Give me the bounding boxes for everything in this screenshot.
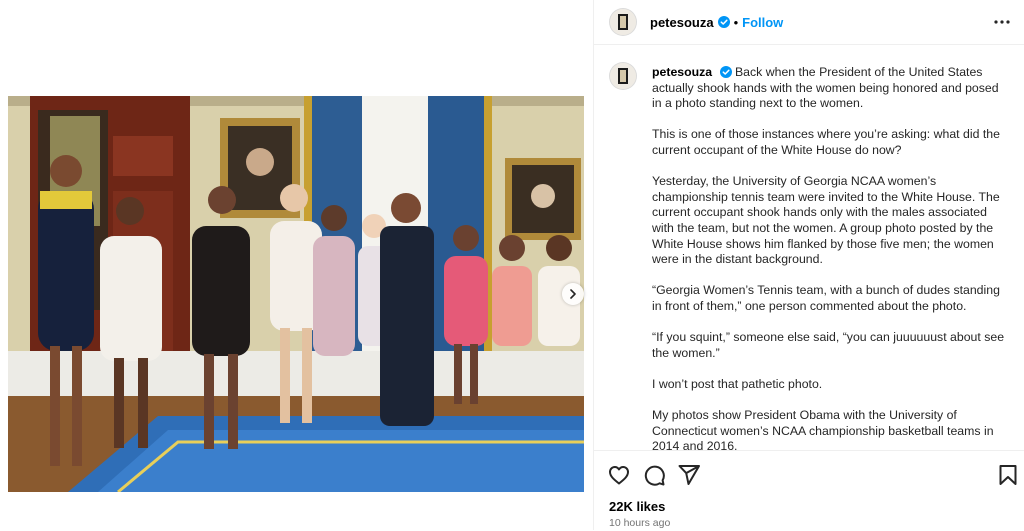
post-photo[interactable] bbox=[8, 96, 584, 492]
follow-button[interactable]: Follow bbox=[742, 15, 783, 30]
avatar-image bbox=[610, 9, 636, 35]
comment-button[interactable] bbox=[642, 463, 666, 487]
caption-text: petesouza Back when the President of the… bbox=[652, 65, 1008, 450]
separator-dot: • bbox=[733, 14, 739, 30]
avatar[interactable] bbox=[610, 9, 636, 35]
likes-count[interactable]: 22K likes bbox=[609, 499, 665, 514]
save-button[interactable] bbox=[996, 463, 1020, 487]
post-header: petesouza • Follow bbox=[594, 0, 1024, 45]
bookmark-icon bbox=[999, 465, 1017, 485]
share-button[interactable] bbox=[677, 463, 701, 487]
caption-paragraph: This is one of those instances where you… bbox=[652, 127, 1000, 157]
caption-paragraph: Yesterday, the University of Georgia NCA… bbox=[652, 174, 1000, 267]
avatar-image bbox=[610, 63, 636, 89]
more-options-button[interactable] bbox=[991, 12, 1013, 32]
verified-badge-icon bbox=[719, 66, 732, 78]
instagram-post-view: petesouza • Follow petesouza Back when t… bbox=[0, 0, 1024, 530]
verified-badge-icon bbox=[717, 16, 730, 28]
caption-paragraph: My photos show President Obama with the … bbox=[652, 408, 994, 450]
comment-icon bbox=[644, 465, 665, 486]
post-actions: 22K likes 10 hours ago bbox=[594, 450, 1024, 531]
caption-paragraph: petesouza Back when the President of the… bbox=[652, 65, 999, 111]
chevron-right-icon bbox=[570, 289, 576, 299]
more-options-icon bbox=[994, 20, 1010, 24]
caption-scroll-area[interactable]: petesouza Back when the President of the… bbox=[594, 45, 1024, 450]
caption-username[interactable]: petesouza bbox=[652, 65, 712, 79]
heart-icon bbox=[609, 466, 629, 485]
username-link[interactable]: petesouza bbox=[650, 15, 714, 30]
next-photo-button[interactable] bbox=[562, 283, 584, 305]
photo-illustration bbox=[8, 96, 584, 492]
post-details-pane: petesouza • Follow petesouza Back when t… bbox=[593, 0, 1024, 530]
caption-paragraph: “Georgia Women’s Tennis team, with a bun… bbox=[652, 283, 1000, 313]
media-pane bbox=[0, 0, 593, 530]
post-timestamp[interactable]: 10 hours ago bbox=[609, 517, 670, 529]
share-icon bbox=[678, 465, 700, 485]
caption-paragraph: I won’t post that pathetic photo. bbox=[652, 376, 823, 391]
caption-avatar[interactable] bbox=[610, 63, 636, 89]
like-button[interactable] bbox=[607, 463, 631, 487]
caption-paragraph: “If you squint,” someone else said, “you… bbox=[652, 330, 1005, 360]
